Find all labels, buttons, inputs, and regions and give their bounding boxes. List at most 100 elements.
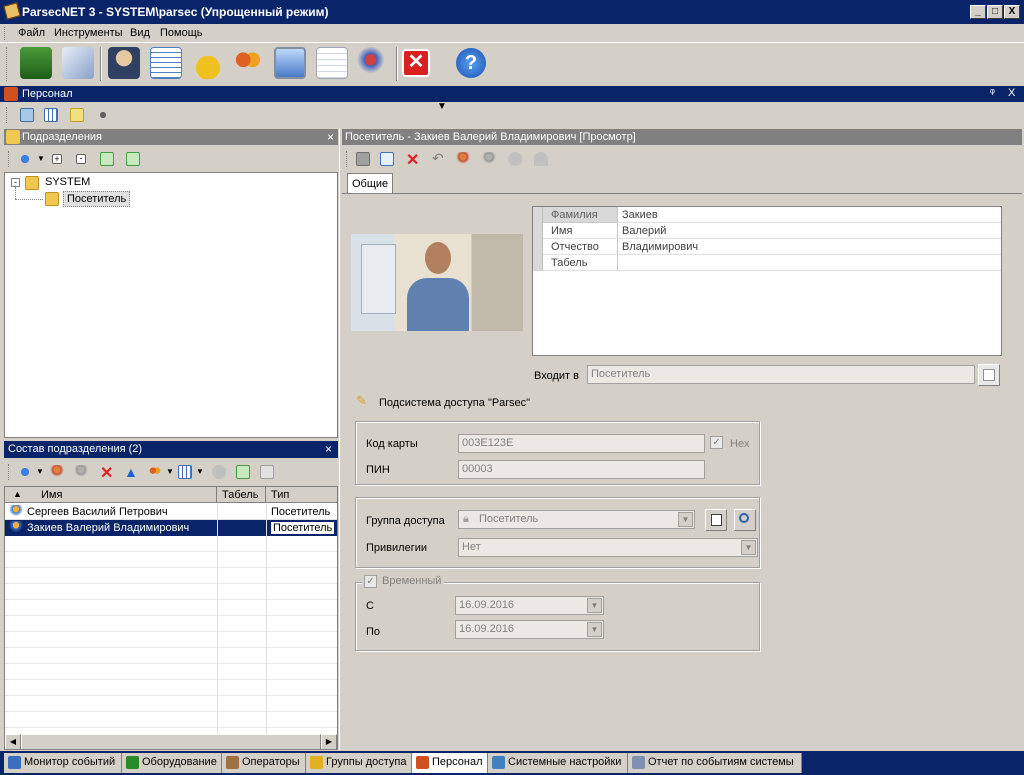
monitor-icon[interactable]	[274, 47, 306, 79]
access-group	[355, 497, 760, 568]
temporary-label: Временный	[382, 575, 442, 587]
from-label: С	[366, 600, 374, 612]
maximize-button[interactable]: □	[987, 5, 1003, 19]
hex-checkbox: ✓	[710, 436, 723, 449]
help-icon[interactable]: ?	[456, 48, 486, 78]
tree-item-system[interactable]: SYSTEM	[45, 176, 90, 188]
key-icon: ✎	[356, 393, 367, 408]
exit-icon[interactable]: ✕	[402, 49, 430, 77]
grid-header: ▲ Имя Табель Тип	[5, 487, 337, 503]
dock-close-button[interactable]: X	[1008, 87, 1015, 99]
personnel-icon[interactable]	[232, 47, 264, 79]
scroll-right-icon[interactable]: ▶	[321, 734, 337, 749]
menu-tools[interactable]: Инструменты	[54, 27, 123, 39]
pin-icon[interactable]: ᵠ	[990, 87, 995, 99]
keys-icon[interactable]	[358, 47, 390, 79]
operator-icon[interactable]	[108, 47, 140, 79]
tree-collapse-icon[interactable]: -	[11, 178, 20, 187]
tab-general[interactable]: Общие	[347, 173, 393, 194]
column-name[interactable]: Имя	[41, 489, 62, 501]
import-icon[interactable]	[100, 152, 114, 166]
to-label: По	[366, 626, 381, 638]
chevron-down-icon[interactable]: ▼	[196, 467, 204, 476]
menu-view[interactable]: Вид	[130, 27, 150, 39]
edit-membership-button[interactable]	[978, 364, 1000, 386]
report-icon[interactable]	[316, 47, 348, 79]
tree-item-visitor[interactable]: Посетитель	[63, 191, 131, 207]
horizontal-scrollbar[interactable]: ◀ ▶	[5, 734, 337, 749]
collapse-icon[interactable]: -	[76, 154, 86, 164]
person-icon	[482, 152, 496, 166]
group-icon[interactable]	[148, 465, 162, 479]
temporary-legend: ✓ Временный	[362, 575, 445, 589]
tab-personnel[interactable]: Персонал	[412, 753, 488, 773]
pin-field: 00003	[458, 460, 705, 479]
visitor-photo	[351, 234, 523, 331]
undo-icon: ↶	[432, 150, 444, 166]
notes-icon[interactable]	[70, 108, 84, 122]
arrow-up-icon[interactable]: ▲	[124, 464, 138, 480]
schedule-icon[interactable]	[150, 47, 182, 79]
lock-icon: 🔒︎	[463, 513, 469, 525]
tab-system-events-report[interactable]: Отчет по событиям системы	[628, 753, 802, 773]
bottom-tabs: Монитор событий Оборудование Операторы Г…	[0, 751, 1024, 775]
tab-access-groups[interactable]: Группы доступа	[306, 753, 412, 773]
columns-icon[interactable]	[178, 465, 192, 479]
card-code-field: 003E123E	[458, 434, 705, 453]
tab-hardware[interactable]: Оборудование	[122, 753, 222, 773]
temporary-checkbox: ✓	[364, 575, 377, 588]
chevron-down-icon[interactable]: ▼	[37, 154, 45, 163]
scanner-icon	[534, 152, 548, 166]
menu-file[interactable]: Файл	[18, 27, 45, 39]
export-icon[interactable]	[236, 465, 250, 479]
chevron-down-icon: ▼	[741, 540, 756, 555]
export-icon[interactable]	[126, 152, 140, 166]
scroll-thumb[interactable]	[21, 734, 321, 749]
member-of-label: Входит в	[534, 370, 579, 382]
lock-icon[interactable]	[192, 47, 224, 79]
events-icon[interactable]	[62, 47, 94, 79]
tab-event-monitor[interactable]: Монитор событий	[4, 753, 122, 773]
copy-button[interactable]	[705, 509, 727, 531]
members-close-button[interactable]: ×	[325, 442, 332, 456]
search-button[interactable]	[734, 509, 756, 531]
add-icon[interactable]	[18, 465, 32, 479]
personnel-icon	[416, 756, 429, 769]
add-icon[interactable]	[18, 152, 32, 166]
edit-icon[interactable]	[380, 152, 394, 166]
chevron-down-icon[interactable]: ▼	[36, 467, 44, 476]
to-date-field: 16.09.2016 ▼	[455, 620, 604, 639]
expand-icon[interactable]: +	[52, 154, 62, 164]
table-row[interactable]: Закиев Валерий Владимирович Посетитель	[5, 520, 337, 536]
table-view-icon[interactable]	[44, 108, 58, 122]
person-edit-icon[interactable]	[456, 152, 470, 166]
close-button[interactable]: X	[1004, 5, 1020, 19]
visitor-toolbar: ✕ ↶	[342, 146, 1022, 172]
column-tab[interactable]: Табель	[222, 489, 258, 501]
tab-operators[interactable]: Операторы	[222, 753, 306, 773]
delete-icon[interactable]: ✕	[406, 150, 419, 170]
member-of-field: Посетитель	[587, 365, 975, 384]
menu-help[interactable]: Помощь	[160, 27, 203, 39]
dock-title: Персонал	[22, 88, 73, 100]
person-edit-icon[interactable]	[50, 465, 64, 479]
hardware-icon[interactable]	[20, 47, 52, 79]
glasses-icon[interactable]	[96, 108, 110, 122]
tab-system-settings[interactable]: Системные настройки	[488, 753, 628, 773]
properties-grid: Фамилия Закиев Имя Валерий Отчество Влад…	[532, 206, 1002, 356]
subdivisions-title: Подразделения	[22, 131, 102, 143]
delete-icon[interactable]: ✕	[100, 463, 113, 483]
folder-icon	[6, 130, 20, 144]
table-row[interactable]: Сергеев Василий Петрович Посетитель	[5, 504, 337, 520]
scroll-left-icon[interactable]: ◀	[5, 734, 21, 749]
column-type[interactable]: Тип	[271, 489, 289, 501]
minimize-button[interactable]: _	[970, 5, 986, 19]
members-header: Состав подразделения (2) ×	[4, 441, 338, 458]
temporary-group	[355, 582, 760, 651]
tree-view-icon[interactable]	[20, 108, 34, 122]
chevron-down-icon[interactable]: ▼	[166, 467, 174, 476]
hex-label: Hex	[730, 438, 750, 450]
dock-toolbar	[0, 103, 1024, 127]
subdivisions-close-button[interactable]: ×	[327, 130, 334, 144]
menu-bar: Файл Инструменты Вид Помощь	[0, 24, 1024, 43]
